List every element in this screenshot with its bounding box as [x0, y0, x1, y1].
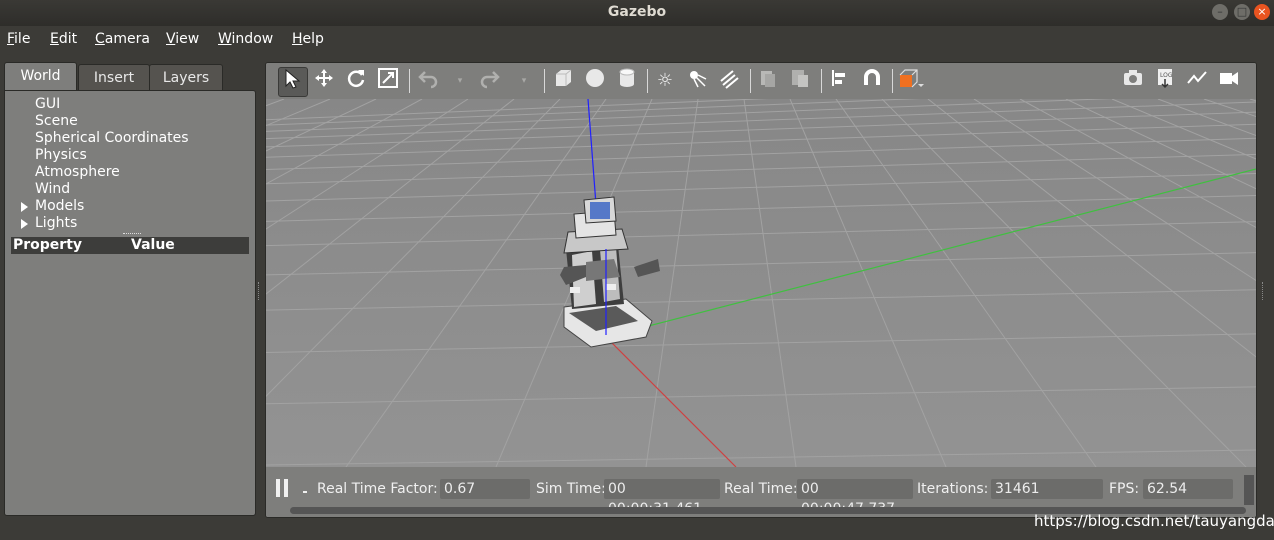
title-bar: Gazebo – □ × — [0, 0, 1274, 26]
rotate-icon[interactable] — [342, 67, 370, 95]
splitter-handle[interactable] — [123, 233, 141, 234]
paste-icon[interactable] — [786, 67, 814, 95]
watermark-text: https://blog.csdn.net/tauyangdao — [1034, 512, 1274, 530]
point-light-icon[interactable]: ☼ — [651, 67, 679, 95]
scale-icon[interactable] — [374, 67, 402, 95]
undo-icon[interactable] — [414, 67, 442, 95]
menu-view[interactable]: View — [166, 31, 199, 47]
expand-triangle-icon[interactable] — [21, 219, 28, 229]
copy-icon[interactable] — [754, 67, 782, 95]
expand-triangle-icon[interactable] — [21, 202, 28, 212]
real-time-factor-label: Real Time Factor: — [317, 481, 438, 497]
plot-icon[interactable] — [1183, 67, 1211, 95]
cylinder-icon[interactable] — [613, 67, 641, 95]
menu-camera[interactable]: Camera — [95, 31, 150, 47]
panel-splitter[interactable] — [258, 282, 262, 300]
menu-help[interactable]: Help — [292, 31, 324, 47]
fps-value: 62.54 — [1143, 479, 1233, 499]
tree-item-physics[interactable]: Physics — [35, 147, 87, 163]
real-time-label: Real Time: — [724, 481, 798, 497]
3d-scene[interactable] — [266, 99, 1256, 467]
snap-icon[interactable] — [858, 67, 886, 95]
tree-item-spherical-coordinates[interactable]: Spherical Coordinates — [35, 130, 189, 146]
redo-history-chevron-icon[interactable]: ▾ — [510, 67, 538, 95]
tree-item-models[interactable]: Models — [35, 198, 84, 214]
video-record-icon[interactable] — [1215, 67, 1243, 95]
svg-text:LOG: LOG — [1160, 72, 1173, 79]
minimize-button[interactable]: – — [1212, 4, 1228, 20]
menu-file[interactable]: File — [7, 31, 30, 47]
toolbar-separator — [821, 69, 822, 93]
tab-layers[interactable]: Layers — [149, 64, 223, 91]
redo-icon[interactable] — [476, 67, 504, 95]
tree-item-wind[interactable]: Wind — [35, 181, 70, 197]
status-bar: Real Time Factor: 0.67 Sim Time: 00 00:0… — [266, 467, 1256, 517]
value-column: Value — [131, 237, 175, 253]
toolbar: ▾ ▾ ☼ LOG — [266, 63, 1256, 99]
real-time-factor-value: 0.67 — [440, 479, 530, 499]
window-title: Gazebo — [607, 4, 667, 20]
tree-item-scene[interactable]: Scene — [35, 113, 78, 129]
sphere-icon[interactable] — [581, 67, 609, 95]
status-overflow-handle[interactable] — [1244, 475, 1254, 505]
close-button[interactable]: × — [1254, 4, 1270, 20]
translate-icon[interactable] — [310, 67, 338, 95]
log-icon[interactable]: LOG — [1151, 67, 1179, 95]
real-time-value: 00 00:00:47.737 — [797, 479, 913, 517]
property-header: Property Value — [11, 237, 249, 254]
undo-history-chevron-icon[interactable]: ▾ — [446, 67, 474, 95]
render-view: ▾ ▾ ☼ LOG Real Time Factor: 0.67 Sim Tim… — [265, 62, 1257, 518]
toolbar-separator — [892, 69, 893, 93]
view-angle-icon[interactable] — [897, 67, 925, 95]
menu-window[interactable]: Window — [218, 31, 273, 47]
iterations-label: Iterations: — [917, 481, 989, 497]
property-column: Property — [13, 237, 83, 253]
tree-item-lights[interactable]: Lights — [35, 215, 77, 231]
toolbar-separator — [409, 69, 410, 93]
fps-label: FPS: — [1109, 481, 1140, 497]
right-splitter[interactable] — [1262, 282, 1266, 300]
toolbar-separator — [647, 69, 648, 93]
toolbar-separator — [750, 69, 751, 93]
left-panel: World Insert Layers GUI Scene Spherical … — [4, 62, 256, 516]
box-icon[interactable] — [549, 67, 577, 95]
world-tree: GUI Scene Spherical Coordinates Physics … — [4, 90, 256, 516]
tab-insert[interactable]: Insert — [78, 64, 150, 91]
iterations-value: 31461 — [991, 479, 1103, 499]
sim-time-value: 00 00:00:31.461 — [604, 479, 720, 517]
menu-edit[interactable]: Edit — [50, 31, 77, 47]
select-arrow-icon[interactable] — [278, 67, 308, 97]
spot-light-icon[interactable] — [683, 67, 711, 95]
sim-time-label: Sim Time: — [536, 481, 606, 497]
screenshot-icon[interactable] — [1119, 67, 1147, 95]
tree-item-gui[interactable]: GUI — [35, 96, 60, 112]
menu-bar: File Edit Camera View Window Help — [0, 26, 1274, 54]
tree-item-atmosphere[interactable]: Atmosphere — [35, 164, 120, 180]
maximize-button[interactable]: □ — [1234, 4, 1250, 20]
toolbar-separator — [544, 69, 545, 93]
pause-icon[interactable] — [276, 479, 290, 497]
directional-light-icon[interactable] — [715, 67, 743, 95]
tab-world[interactable]: World — [4, 62, 77, 92]
step-icon[interactable] — [303, 491, 307, 493]
align-icon[interactable] — [826, 67, 854, 95]
